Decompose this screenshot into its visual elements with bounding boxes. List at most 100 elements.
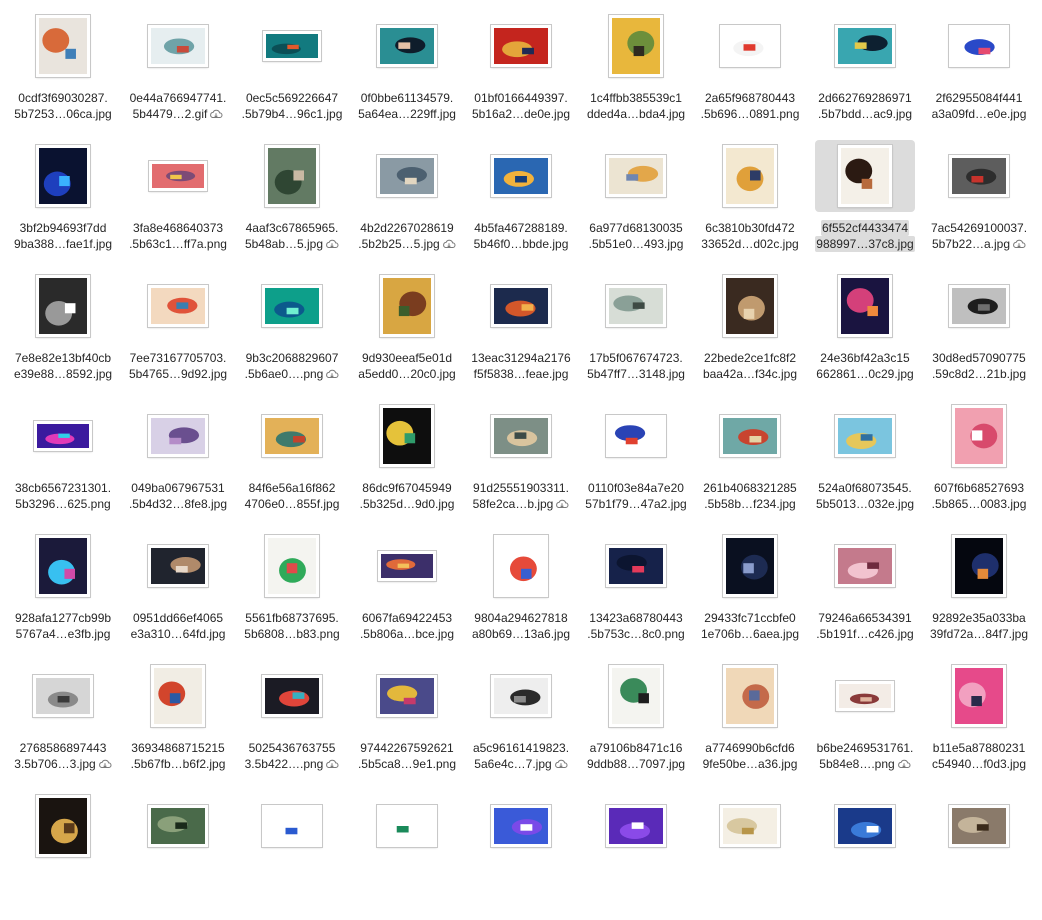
file-item[interactable]: 2768586897443 3.5b706…3.jpg xyxy=(6,660,120,790)
image-thumbnail[interactable] xyxy=(723,665,777,727)
thumbnail-frame[interactable] xyxy=(128,660,228,732)
thumbnail-frame[interactable] xyxy=(13,530,113,602)
thumbnail-frame[interactable] xyxy=(929,270,1029,342)
thumbnail-frame[interactable] xyxy=(929,400,1029,472)
image-thumbnail[interactable] xyxy=(720,415,780,457)
image-thumbnail[interactable] xyxy=(491,155,551,197)
image-thumbnail[interactable] xyxy=(36,795,90,857)
file-item[interactable]: 92892e35a033ba 39fd72a…84f7.jpg xyxy=(922,530,1036,660)
thumbnail-frame[interactable] xyxy=(929,660,1029,732)
thumbnail-frame[interactable] xyxy=(471,140,571,212)
thumbnail-frame[interactable] xyxy=(471,790,571,862)
thumbnail-frame[interactable] xyxy=(700,10,800,82)
image-thumbnail[interactable] xyxy=(491,675,551,717)
thumbnail-frame[interactable] xyxy=(586,10,686,82)
thumbnail-frame[interactable] xyxy=(471,660,571,732)
file-item[interactable]: 0110f03e84a7e20 57b1f79…47a2.jpg xyxy=(579,400,693,530)
file-item[interactable]: 049ba067967531 .5b4d32…8fe8.jpg xyxy=(121,400,235,530)
file-item[interactable]: 0cdf3f69030287. 5b7253…06ca.jpg xyxy=(6,10,120,140)
image-thumbnail[interactable] xyxy=(609,665,663,727)
file-item[interactable]: 1c4ffbb385539c1 dded4a…bda4.jpg xyxy=(579,10,693,140)
icloud-download-icon[interactable] xyxy=(325,369,339,380)
thumbnail-frame[interactable] xyxy=(242,400,342,472)
thumbnail-frame[interactable] xyxy=(242,10,342,82)
thumbnail-frame[interactable] xyxy=(128,270,228,342)
icloud-download-icon[interactable] xyxy=(325,759,339,770)
thumbnail-frame[interactable] xyxy=(700,790,800,862)
file-item[interactable]: 0e44a766947741. 5b4479…2.gif xyxy=(121,10,235,140)
thumbnail-frame[interactable] xyxy=(929,530,1029,602)
image-thumbnail[interactable] xyxy=(262,675,322,717)
file-item[interactable]: 524a0f68073545. 5b5013…032e.jpg xyxy=(808,400,922,530)
thumbnail-frame[interactable] xyxy=(815,790,915,862)
image-thumbnail[interactable] xyxy=(491,25,551,67)
file-item[interactable]: 6a977d68130035 .5b51e0…493.jpg xyxy=(579,140,693,270)
thumbnail-frame[interactable] xyxy=(700,270,800,342)
file-item[interactable] xyxy=(121,790,235,920)
image-thumbnail[interactable] xyxy=(148,25,208,67)
thumbnail-frame[interactable] xyxy=(13,660,113,732)
thumbnail-frame[interactable] xyxy=(815,10,915,82)
image-thumbnail[interactable] xyxy=(380,275,434,337)
file-item[interactable]: 9d930eeaf5e01d a5edd0…20c0.jpg xyxy=(350,270,464,400)
image-thumbnail[interactable] xyxy=(835,805,895,847)
thumbnail-frame[interactable] xyxy=(357,530,457,602)
image-thumbnail[interactable] xyxy=(148,285,208,327)
file-item[interactable]: b6be2469531761. 5b84e8….png xyxy=(808,660,922,790)
file-item[interactable]: 4b5fa467288189. 5b46f0…bbde.jpg xyxy=(464,140,578,270)
image-thumbnail[interactable] xyxy=(949,25,1009,67)
image-thumbnail[interactable] xyxy=(151,665,205,727)
file-item[interactable]: 6f552cf4433474 988997…37c8.jpg xyxy=(808,140,922,270)
image-thumbnail[interactable] xyxy=(838,145,892,207)
image-thumbnail[interactable] xyxy=(723,145,777,207)
file-item[interactable]: a79106b8471c16 9ddb88…7097.jpg xyxy=(579,660,693,790)
image-thumbnail[interactable] xyxy=(36,145,90,207)
thumbnail-frame[interactable] xyxy=(128,10,228,82)
image-thumbnail[interactable] xyxy=(262,285,322,327)
file-item[interactable]: 97442267592621 .5b5ca8…9e1.png xyxy=(350,660,464,790)
thumbnail-frame[interactable] xyxy=(242,530,342,602)
image-thumbnail[interactable] xyxy=(491,415,551,457)
image-thumbnail[interactable] xyxy=(949,285,1009,327)
thumbnail-frame[interactable] xyxy=(815,660,915,732)
file-item[interactable]: 22bede2ce1fc8f2 baa42a…f34c.jpg xyxy=(693,270,807,400)
thumbnail-frame[interactable] xyxy=(242,790,342,862)
image-thumbnail[interactable] xyxy=(952,665,1006,727)
file-item[interactable]: 3bf2b94693f7dd 9ba388…fae1f.jpg xyxy=(6,140,120,270)
file-item[interactable]: 928afa1277cb99b 5767a4…e3fb.jpg xyxy=(6,530,120,660)
file-item[interactable]: 2f62955084f441 a3a09fd…e0e.jpg xyxy=(922,10,1036,140)
file-item[interactable]: 91d25551903311. 58fe2ca…b.jpg xyxy=(464,400,578,530)
image-thumbnail[interactable] xyxy=(265,145,319,207)
file-item[interactable]: 7ee73167705703. 5b4765…9d92.jpg xyxy=(121,270,235,400)
file-item[interactable]: 29433fc71ccbfe0 1e706b…6aea.jpg xyxy=(693,530,807,660)
thumbnail-frame[interactable] xyxy=(13,400,113,472)
thumbnail-frame[interactable] xyxy=(357,10,457,82)
thumbnail-frame[interactable] xyxy=(586,530,686,602)
image-thumbnail[interactable] xyxy=(262,805,322,847)
file-item[interactable]: 7e8e82e13bf40cb e39e88…8592.jpg xyxy=(6,270,120,400)
file-item[interactable] xyxy=(693,790,807,920)
thumbnail-frame[interactable] xyxy=(586,400,686,472)
image-thumbnail[interactable] xyxy=(491,285,551,327)
thumbnail-frame[interactable] xyxy=(700,660,800,732)
thumbnail-frame[interactable] xyxy=(357,790,457,862)
image-thumbnail[interactable] xyxy=(263,31,321,61)
icloud-download-icon[interactable] xyxy=(555,499,569,510)
image-thumbnail[interactable] xyxy=(609,15,663,77)
image-thumbnail[interactable] xyxy=(265,535,319,597)
thumbnail-frame[interactable] xyxy=(815,530,915,602)
file-item[interactable]: 2d662769286971 .5b7bdd…ac9.jpg xyxy=(808,10,922,140)
file-item[interactable]: 13423a68780443 .5b753c…8c0.png xyxy=(579,530,693,660)
image-thumbnail[interactable] xyxy=(36,535,90,597)
image-thumbnail[interactable] xyxy=(377,155,437,197)
thumbnail-frame[interactable] xyxy=(242,140,342,212)
thumbnail-frame[interactable] xyxy=(128,790,228,862)
icloud-download-icon[interactable] xyxy=(98,759,112,770)
file-item[interactable]: 13eac31294a2176 f5f5838…feae.jpg xyxy=(464,270,578,400)
file-item[interactable] xyxy=(808,790,922,920)
image-thumbnail[interactable] xyxy=(34,421,92,451)
image-thumbnail[interactable] xyxy=(949,155,1009,197)
thumbnail-frame[interactable] xyxy=(815,270,915,342)
image-thumbnail[interactable] xyxy=(262,415,322,457)
thumbnail-frame[interactable] xyxy=(471,270,571,342)
